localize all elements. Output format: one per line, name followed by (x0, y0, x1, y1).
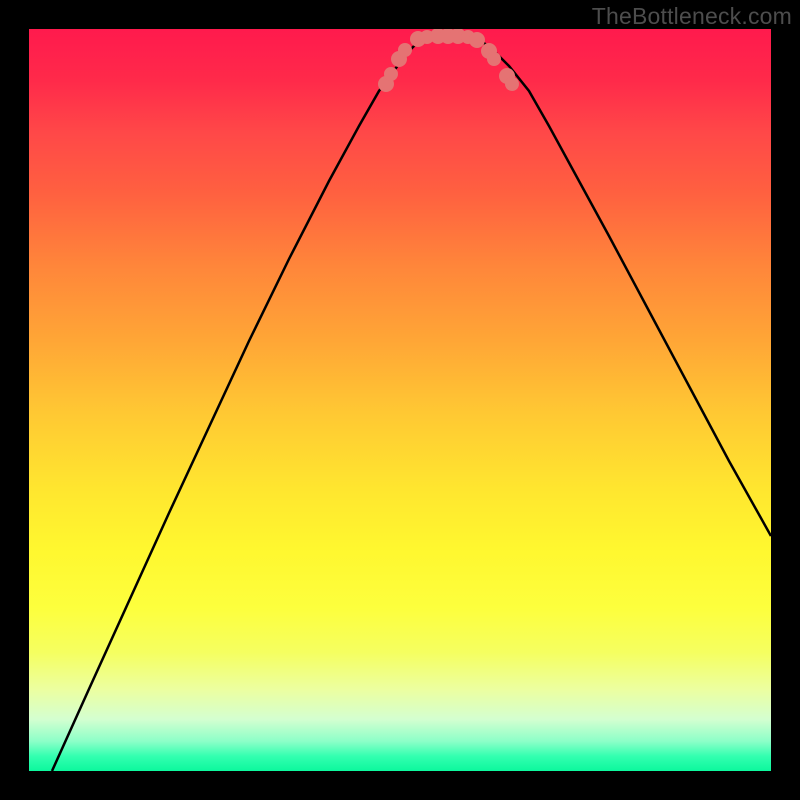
watermark-text: TheBottleneck.com (592, 3, 792, 30)
data-marker (384, 67, 398, 81)
data-marker (469, 32, 485, 48)
curve-left-curve (52, 39, 422, 771)
data-marker (505, 77, 519, 91)
data-marker (487, 52, 501, 66)
chart-markers (378, 29, 519, 92)
chart-frame: TheBottleneck.com (0, 0, 800, 800)
data-marker (398, 43, 412, 57)
chart-curve (52, 36, 771, 771)
curve-right-curve (472, 37, 771, 536)
chart-plot-area (29, 29, 771, 771)
chart-svg (29, 29, 771, 771)
